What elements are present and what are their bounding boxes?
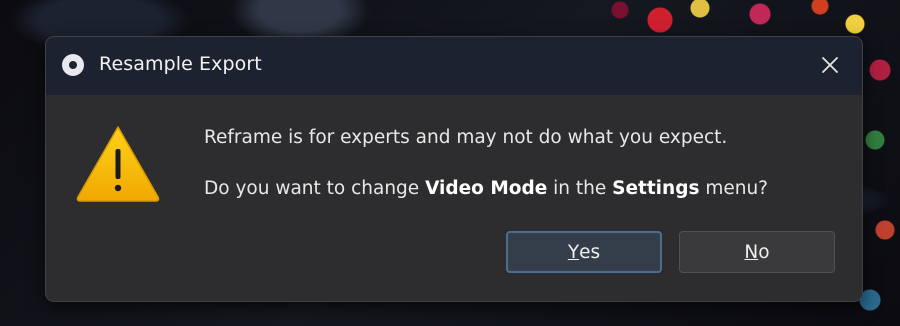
no-button[interactable]: No [679,231,835,273]
yes-label: es [579,241,601,263]
close-icon [822,57,838,73]
dialog-title: Resample Export [99,53,262,75]
video-mode-text: Video Mode [425,178,548,199]
message-text: in the [547,178,613,199]
message-text: menu? [699,178,769,199]
message-line-2: Do you want to change Video Mode in the … [204,178,768,199]
message-line-1: Reframe is for experts and may not do wh… [204,127,728,148]
disc-icon [62,54,84,76]
yes-button[interactable]: Yes [506,231,662,273]
close-button[interactable] [814,49,846,81]
yes-mnemonic: Y [567,241,580,263]
warning-icon [76,126,160,202]
dialog-titlebar: Resample Export [46,37,862,95]
no-mnemonic: N [744,241,759,263]
message-text: Do you want to change [204,178,426,199]
no-label: o [758,241,770,263]
settings-text: Settings [612,178,700,199]
resample-export-dialog: Resample Export Reframe is for experts a… [45,36,863,302]
